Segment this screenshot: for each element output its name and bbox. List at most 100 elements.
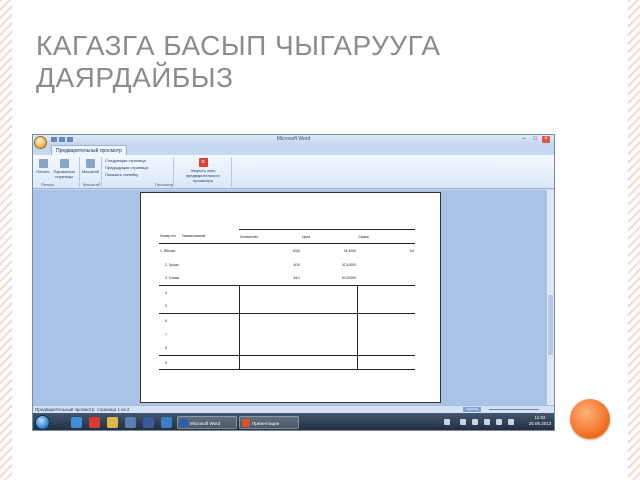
media-player-icon[interactable]	[125, 417, 136, 428]
taskbar-item-presentation[interactable]: Презентация	[239, 416, 299, 429]
volume-icon[interactable]	[496, 419, 502, 425]
slide-title: КАГАЗГА БАСЫП ЧЫГАРУУГА ДАЯРДАЙБЫЗ	[36, 30, 441, 93]
tray-icon[interactable]	[472, 419, 478, 425]
table-header-row: Номер п/п Наименование Количество Цена С…	[159, 229, 415, 244]
table-cell	[356, 341, 415, 356]
group-separator	[79, 157, 80, 187]
table-cell: 6	[159, 313, 181, 328]
word-print-preview-screenshot: Microsoft Word – □ × Предварительный про…	[32, 134, 555, 431]
table-cell	[301, 328, 357, 342]
table-cell	[356, 355, 415, 370]
tray-icon[interactable]	[508, 419, 514, 425]
group-label-zoom: Масштаб	[83, 182, 101, 187]
close-preview-button[interactable]: × Закрыть окно предварительного просмотр…	[178, 158, 228, 183]
tab-print-preview[interactable]: Предварительный просмотр	[51, 145, 127, 155]
table-cell	[356, 327, 415, 342]
start-button[interactable]	[35, 415, 50, 430]
table-cell: 1/4	[357, 243, 415, 258]
table-header-cell: Номер п/п	[160, 234, 176, 239]
table-cell	[238, 313, 301, 328]
table-row: 4	[159, 285, 415, 300]
table-cell	[181, 328, 239, 342]
taskbar-item-label: Презентация	[252, 421, 280, 426]
print-button[interactable]: Печать	[36, 159, 50, 174]
table-cell	[181, 243, 239, 258]
table-header-cell: Наименование	[182, 234, 206, 239]
table-cell: 54/1	[293, 276, 300, 281]
table-cell	[357, 272, 415, 286]
print-label: Печать	[36, 169, 50, 174]
table-cell	[238, 327, 301, 342]
zoom-label: Масштаб	[82, 169, 100, 174]
table-cell: 9	[159, 355, 181, 370]
tray-icon[interactable]	[460, 419, 466, 425]
table-cell: 1/0(5	[239, 243, 301, 258]
table-cell	[356, 285, 415, 300]
table-cell: 54,20000	[341, 276, 356, 281]
decorative-orange-circle	[570, 399, 610, 439]
previous-page-item[interactable]: Предыдущая страница	[105, 165, 148, 170]
scrollbar-thumb[interactable]	[548, 295, 553, 355]
powerpoint-icon	[242, 419, 250, 427]
table-row: 9	[159, 355, 415, 370]
table-cell	[238, 299, 301, 314]
document-area: Номер п/п Наименование Количество Цена С…	[33, 190, 554, 405]
table-cell	[181, 285, 239, 300]
yandex-icon[interactable]	[89, 417, 100, 428]
table-cell	[181, 342, 239, 356]
printer-icon	[38, 159, 48, 168]
language-icon[interactable]	[444, 419, 450, 425]
page-setup-button[interactable]: Параметры страницы	[53, 159, 75, 179]
table-row: 1. Яблоки 1/0(5 24,4000 1/4	[159, 243, 415, 258]
table-cell	[238, 285, 301, 300]
taskbar-item-word[interactable]: Microsoft Word	[177, 416, 237, 429]
table-cell: 2. Груши	[165, 262, 179, 267]
magnifier-icon	[85, 159, 95, 168]
table-row: 2. Груши 4/10 42,10000	[159, 258, 415, 272]
group-label-print: Печать	[41, 182, 55, 187]
close-icon: ×	[198, 158, 208, 167]
table-row: 5	[159, 299, 415, 314]
browser-icon[interactable]	[161, 417, 172, 428]
table-cell: 42,10000	[341, 262, 356, 267]
table-cell	[357, 258, 415, 272]
view-mode-button[interactable]: Курсив	[463, 407, 481, 412]
left-decorative-stripe	[0, 0, 12, 480]
table-row: 3. Сливы 54/1 54,20000	[159, 272, 415, 286]
table-cell	[181, 355, 239, 370]
table-cell	[301, 313, 357, 328]
folder-icon[interactable]	[107, 417, 118, 428]
document-page: Номер п/п Наименование Количество Цена С…	[140, 192, 441, 403]
zoom-slider[interactable]	[489, 409, 539, 410]
table-cell	[301, 300, 357, 314]
vertical-scrollbar[interactable]	[547, 190, 554, 405]
table-cell: 7	[165, 332, 167, 337]
window-titlebar: Microsoft Word – □ ×	[33, 135, 554, 145]
office-button[interactable]	[34, 136, 47, 149]
table-row: 6	[159, 313, 415, 328]
close-window-button[interactable]: ×	[542, 136, 550, 143]
next-page-item[interactable]: Следующая страница	[105, 158, 146, 163]
maximize-button[interactable]: □	[531, 136, 539, 143]
network-icon[interactable]	[484, 419, 490, 425]
page-setup-label: Параметры страницы	[53, 169, 75, 179]
table-cell: 24,4000	[301, 243, 357, 258]
word-icon	[180, 419, 188, 427]
zoom-button[interactable]: Масштаб	[82, 159, 100, 174]
group-separator	[231, 157, 232, 187]
clock-date: 25.06.2013	[528, 421, 552, 426]
table-cell: 4/10	[293, 262, 300, 267]
photoshop-icon[interactable]	[143, 417, 154, 428]
status-page-info: Предварительный просмотр: страница 1 из …	[35, 407, 130, 412]
table-header-cell: Сумма	[357, 229, 415, 244]
minimize-button[interactable]: –	[520, 136, 528, 143]
taskbar-clock[interactable]: 11:02 25.06.2013	[525, 415, 554, 427]
table-row: 8	[159, 341, 415, 356]
show-ruler-item[interactable]: Показать линейку	[105, 172, 138, 177]
table-cell	[356, 313, 415, 328]
table-cell	[181, 258, 239, 272]
table-cell	[181, 272, 239, 286]
right-decorative-stripe	[628, 0, 640, 480]
ie-icon[interactable]	[71, 417, 82, 428]
table-cell	[238, 341, 301, 356]
